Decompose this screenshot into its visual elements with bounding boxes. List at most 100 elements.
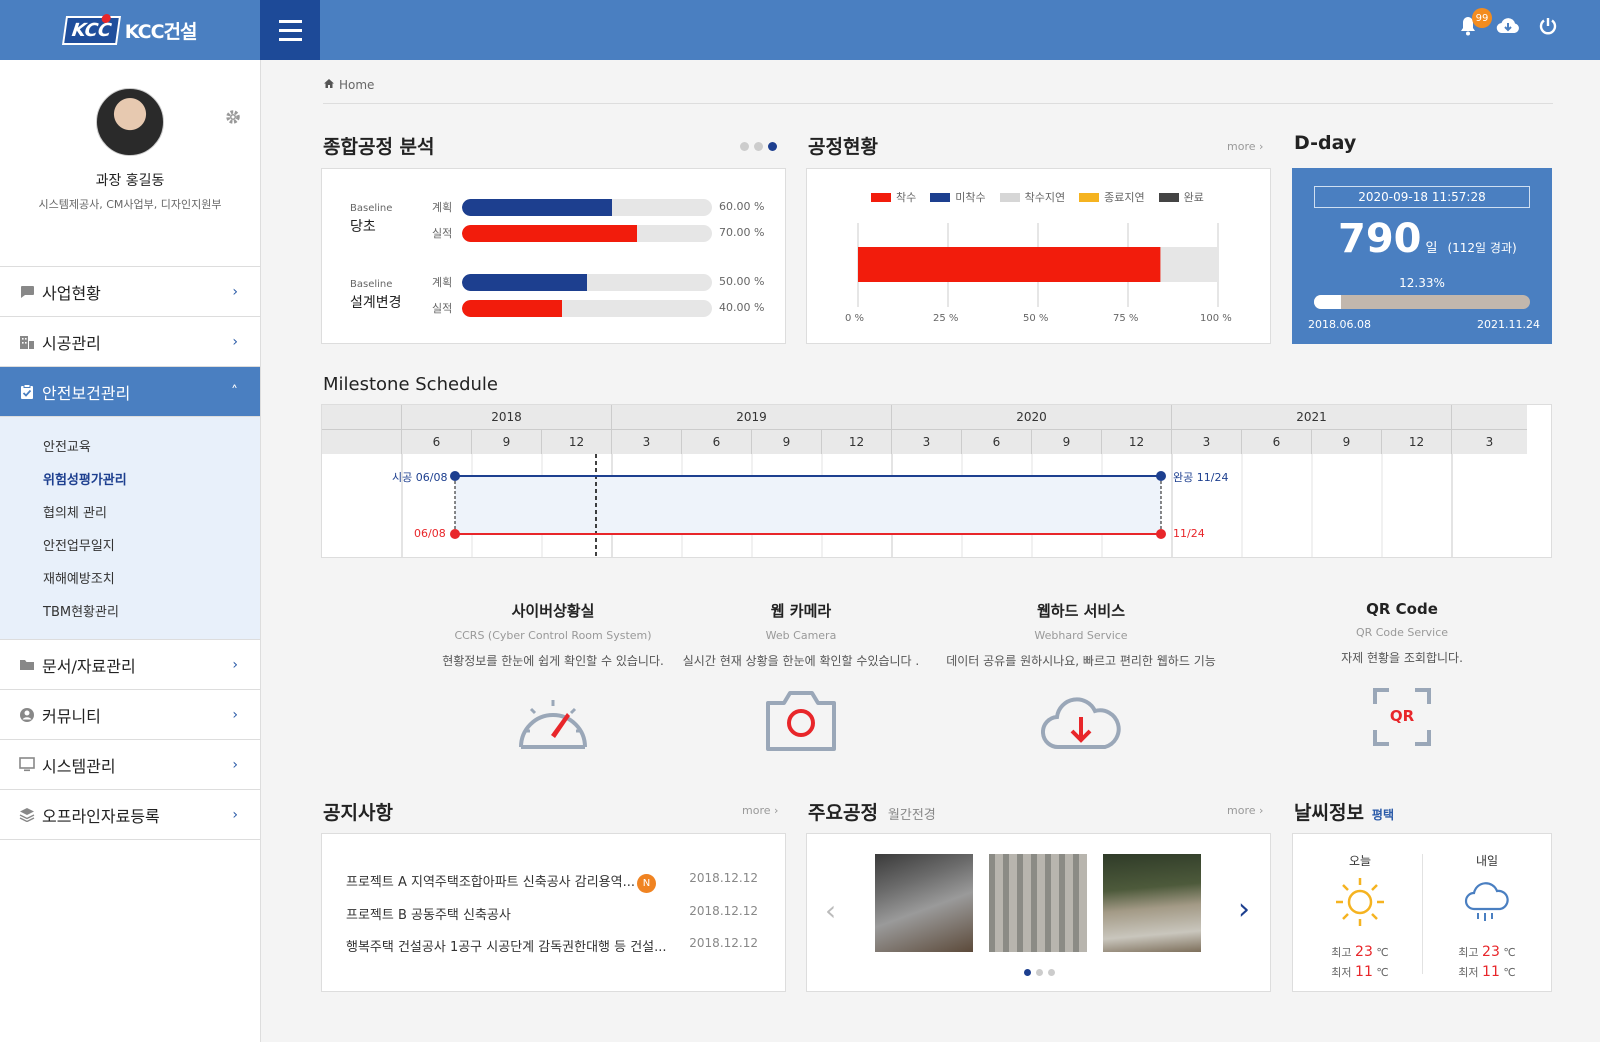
breadcrumb-home[interactable]: Home (339, 78, 374, 92)
dday-panel: 2020-09-18 11:57:28 790 일 (112일 경과) 12.3… (1292, 168, 1552, 344)
avatar (96, 88, 164, 156)
sidebar-item-community[interactable]: 커뮤니티 › (0, 690, 260, 740)
chevron-right-icon: › (232, 656, 238, 673)
dday-datetime: 2020-09-18 11:57:28 (1314, 186, 1530, 208)
actual-value: 40.00 % (719, 301, 765, 314)
service-desc: 데이터 공유를 원하시나요, 빠르고 편리한 웹하드 기능 (946, 654, 1216, 668)
row-label: 실적 (432, 227, 453, 240)
actual-start-label: 06/08 (414, 527, 446, 540)
gear-icon[interactable] (224, 108, 242, 130)
submenu-item[interactable]: 재해예방조치 (0, 561, 260, 594)
notice-item[interactable]: 프로젝트 A 지역주택조합아파트 신축공사 감리용역... N 2018.12.1… (346, 871, 758, 893)
service-desc: 자제 현황을 조회합니다. (1341, 651, 1463, 665)
sidebar-item-business-status[interactable]: 사업현황 › (0, 267, 260, 317)
axis-tick: 25 % (933, 313, 959, 324)
notification-bell-icon[interactable]: 99 (1456, 8, 1492, 38)
sidebar-item-construction[interactable]: 시공관리 › (0, 317, 260, 367)
notice-more-link[interactable]: more › (742, 804, 778, 817)
pager-dot-active[interactable] (1024, 969, 1031, 976)
chevron-left-icon[interactable]: ‹ (825, 894, 836, 927)
weather-tomorrow: 내일 최고 23 ℃ 최저 11 ℃ (1427, 852, 1547, 980)
row-label: 실적 (432, 302, 453, 315)
safety-submenu: 안전교육 위험성평가관리 협의체 관리 안전업무일지 재해예방조치 TBM현황관… (0, 417, 260, 640)
major-subtitle: 월간전경 (887, 808, 936, 823)
pager-dot[interactable] (754, 142, 763, 151)
month-header: 12 (542, 430, 612, 454)
photo-thumbnail[interactable] (875, 854, 973, 952)
milestone-chart: 2018 2019 2020 2021 6 9 12 3 6 9 12 3 6 9 12 3 6 9 12 3 시공… (321, 404, 1552, 558)
clipboard-check-icon (18, 383, 36, 401)
profile-name: 과장 홍길동 (95, 173, 165, 189)
service-title: 웹하드 서비스 (1036, 602, 1126, 620)
home-icon[interactable] (323, 78, 335, 92)
weather-low: 최저 11 ℃ (1331, 964, 1389, 980)
weather-high: 최고 23 ℃ (1331, 944, 1389, 960)
weather-high: 최고 23 ℃ (1458, 944, 1516, 960)
weather-title-group: 날씨정보 평택 (1294, 798, 1394, 825)
photo-pager[interactable] (1024, 969, 1055, 976)
sidebar-item-offline-upload[interactable]: 오프라인자료등록 › (0, 790, 260, 840)
pager-dot[interactable] (1036, 969, 1043, 976)
notice-item[interactable]: 프로젝트 B 공동주택 신축공사 2018.12.12 (346, 904, 758, 923)
weather-location[interactable]: 평택 (1372, 806, 1394, 823)
pager-dot[interactable] (740, 142, 749, 151)
main-content: Home 종합공정 분석 Baseline 당초 계획 60.00 % 실적 7… (261, 60, 1600, 1042)
chevron-right-icon: › (232, 706, 238, 723)
monitor-icon (18, 756, 36, 774)
folder-icon (18, 656, 36, 674)
axis-tick: 0 % (845, 313, 865, 324)
plan-bar (462, 199, 712, 216)
service-webhard[interactable]: 웹하드 서비스 Webhard Service 데이터 공유를 원하시나요, 빠… (921, 600, 1241, 755)
pager-dot-active[interactable] (768, 142, 777, 151)
analysis-pager[interactable] (740, 142, 777, 151)
chevron-right-icon[interactable]: › (1238, 892, 1250, 927)
service-qr-code[interactable]: QR Code QR Code Service 자제 현황을 조회합니다. QR (1252, 600, 1552, 746)
submenu-item[interactable]: 안전업무일지 (0, 528, 260, 561)
cloud-download-icon[interactable] (1496, 14, 1520, 38)
camera-icon (766, 691, 836, 751)
axis-tick: 100 % (1200, 313, 1232, 324)
actual-end-label: 11/24 (1173, 527, 1205, 540)
sidebar-item-system[interactable]: 시스템관리 › (0, 740, 260, 790)
notice-date: 2018.12.12 (689, 936, 758, 950)
notice-panel: 프로젝트 A 지역주택조합아파트 신축공사 감리용역... N 2018.12.1… (321, 833, 786, 992)
submenu-item[interactable]: TBM현황관리 (0, 594, 260, 627)
chevron-up-icon: ˄ (231, 383, 238, 400)
weather-today: 오늘 최고 23 ℃ 최저 11 ℃ (1300, 852, 1420, 980)
actual-bar (462, 300, 712, 317)
group-tag: Baseline (350, 203, 393, 214)
sidebar-item-safety[interactable]: 안전보건관리 ˄ (0, 367, 260, 417)
notice-item[interactable]: 행복주택 건설공사 1공구 시공단계 감독권한대행 등 건설... 2018.1… (346, 936, 758, 955)
submenu-item[interactable]: 안전교육 (0, 429, 260, 462)
major-more-link[interactable]: more › (1227, 804, 1263, 817)
logo-mark: KCC (61, 15, 121, 45)
axis-tick: 75 % (1113, 313, 1139, 324)
photo-thumbnail[interactable] (1103, 854, 1201, 952)
submenu-item[interactable]: 협의체 관리 (0, 495, 260, 528)
month-header: 9 (752, 430, 822, 454)
month-header: 6 (962, 430, 1032, 454)
plan-value: 50.00 % (719, 275, 765, 288)
chevron-right-icon: › (232, 283, 238, 300)
menu-toggle-button[interactable] (260, 0, 320, 60)
major-title: 주요공정 (808, 802, 878, 824)
submenu-item-selected[interactable]: 위험성평가관리 (0, 462, 260, 495)
status-more-link[interactable]: more › (1227, 140, 1263, 153)
logo[interactable]: KCC KCC건설 (0, 0, 260, 60)
pager-dot[interactable] (1048, 969, 1055, 976)
year-header: 2019 (612, 405, 892, 429)
milestone-months-row: 6 9 12 3 6 9 12 3 6 9 12 3 6 9 12 3 (322, 430, 1527, 454)
photo-thumbnail[interactable] (989, 854, 1087, 952)
chevron-right-icon: › (232, 333, 238, 350)
month-header-spacer (322, 430, 402, 454)
user-circle-icon (18, 706, 36, 724)
group-name: 설계변경 (350, 295, 402, 311)
major-title-group: 주요공정 월간전경 (808, 798, 936, 825)
weather-title: 날씨정보 (1294, 802, 1364, 824)
sidebar-item-documents[interactable]: 문서/자료관리 › (0, 640, 260, 690)
notice-text: 프로젝트 A 지역주택조합아파트 신축공사 감리용역... (346, 875, 635, 890)
power-icon[interactable] (1536, 14, 1560, 38)
milestone-years-row: 2018 2019 2020 2021 (322, 405, 1527, 430)
dday-start: 2018.06.08 (1308, 318, 1371, 331)
stack-icon (18, 806, 36, 824)
